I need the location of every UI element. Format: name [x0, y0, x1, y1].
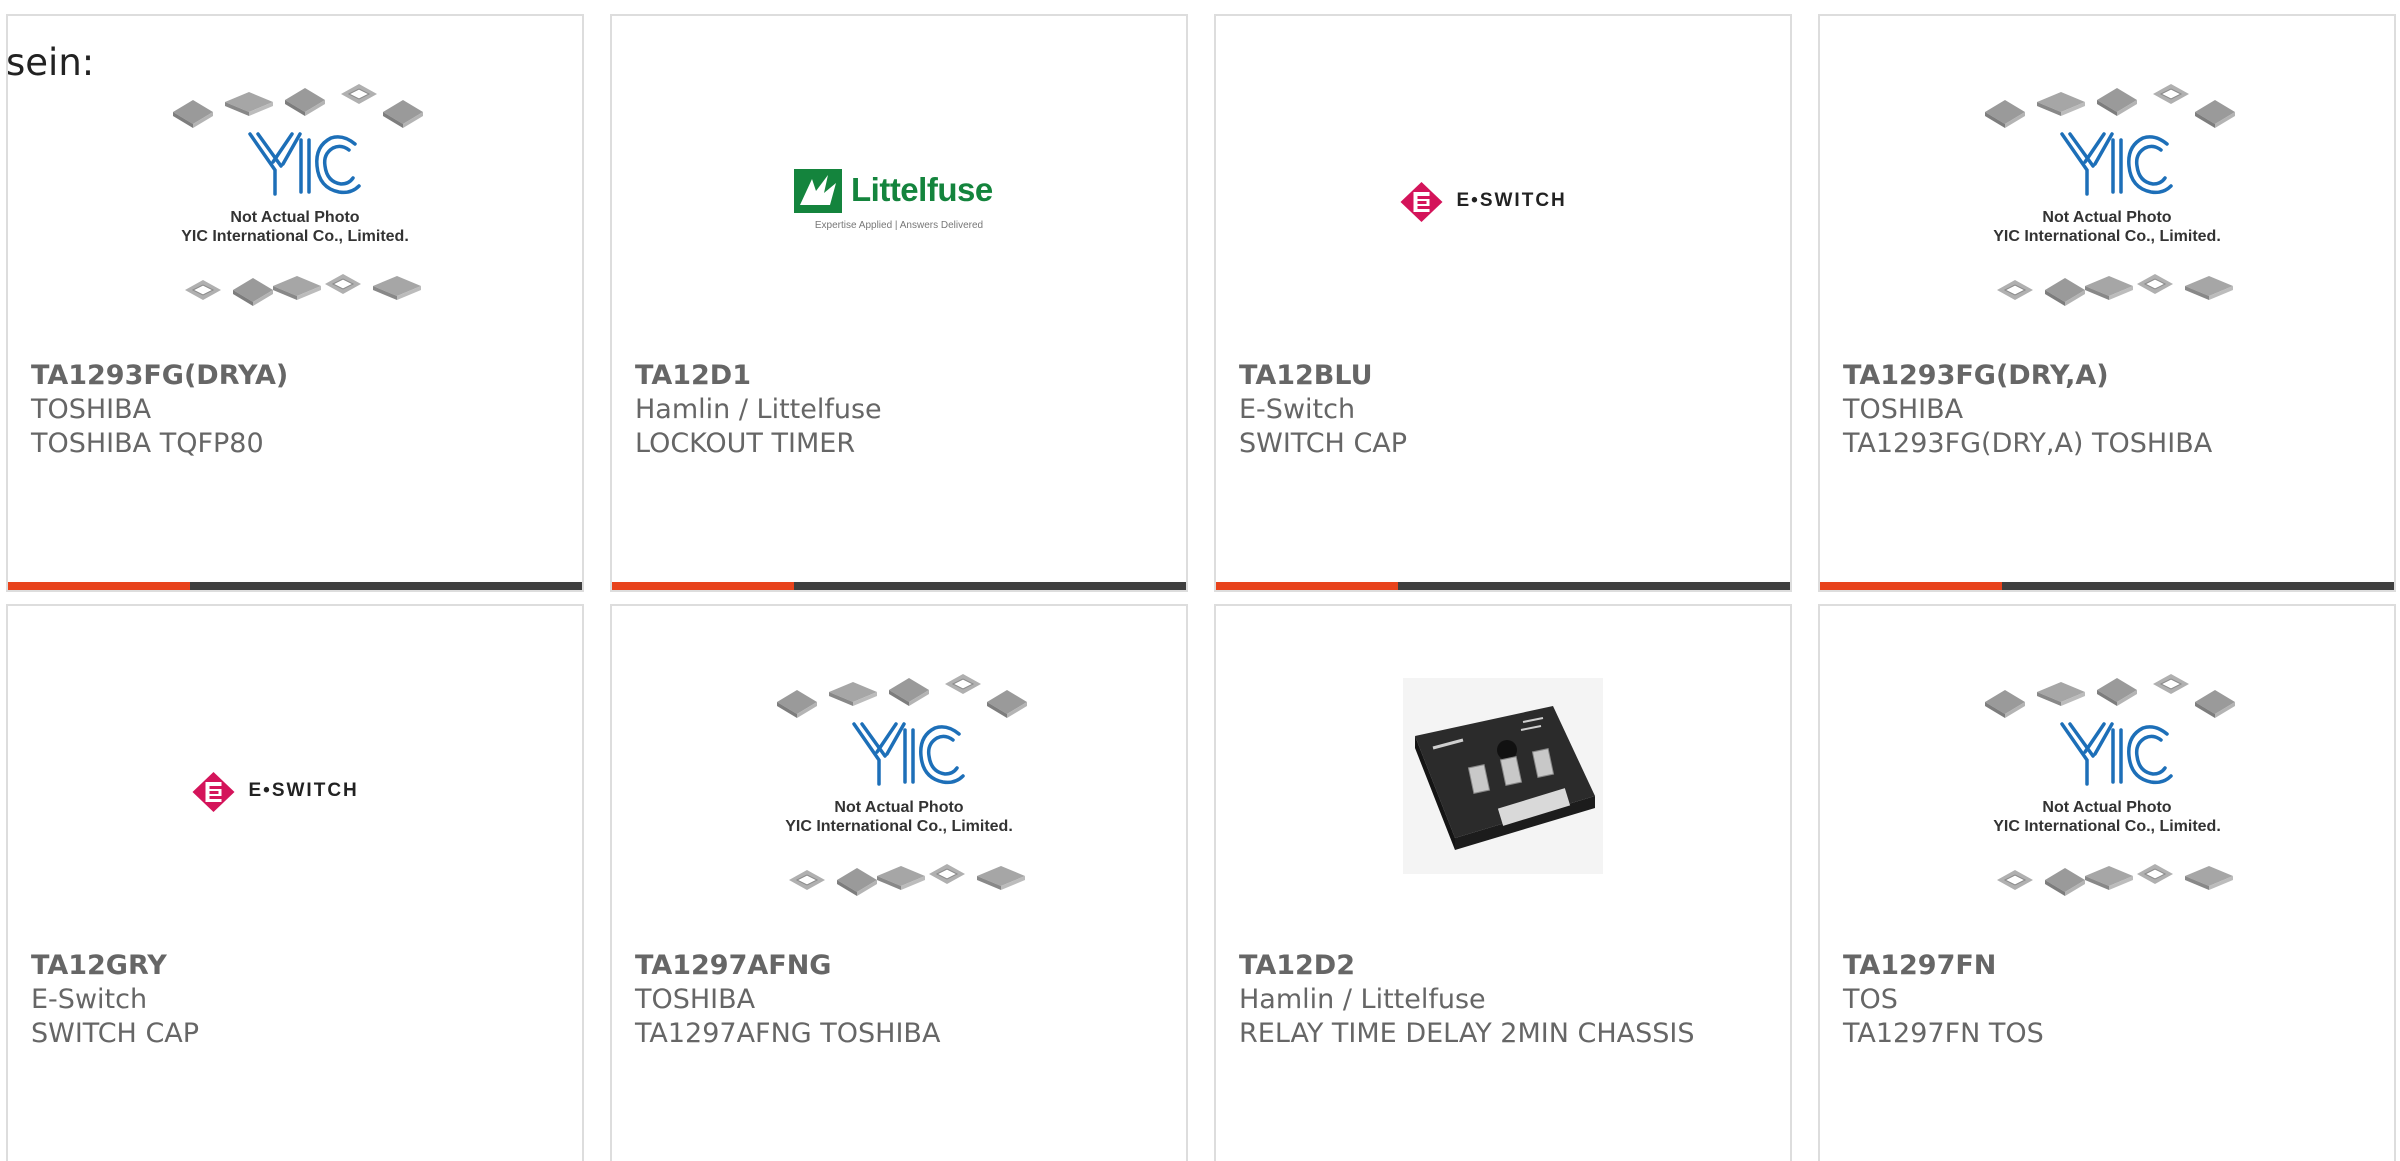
product-placeholder-image[interactable]: Not Actual Photo YIC International Co., …	[759, 668, 1039, 933]
product-image[interactable]: Not Actual Photo YIC International Co., …	[1820, 58, 2394, 328]
product-image[interactable]: Not Actual Photo YIC International Co., …	[612, 648, 1186, 918]
placeholder-note: Not Actual Photo	[2042, 799, 2172, 816]
product-manufacturer: TOS	[1843, 984, 1898, 1015]
product-info: TA12D2 Hamlin / Littelfuse RELAY TIME DE…	[1239, 949, 1770, 1051]
product-manufacturer: TOSHIBA	[1843, 394, 1964, 425]
product-card[interactable]: E•SWITCH TA12BLU E-Switch SWITCH CAP	[1214, 14, 1792, 592]
product-info: TA1293FG(DRYA) TOSHIBA TOSHIBA TQFP80	[31, 359, 562, 461]
product-image[interactable]	[1216, 678, 1790, 956]
product-description: SWITCH CAP	[1239, 428, 1408, 459]
littelfuse-mark-icon	[794, 169, 842, 213]
eswitch-wordmark: E•SWITCH	[1456, 190, 1567, 211]
product-card[interactable]: Littelfuse Expertise Applied | Answers D…	[610, 14, 1188, 592]
product-manufacturer: E-Switch	[1239, 394, 1356, 425]
eswitch-wordmark: E•SWITCH	[248, 780, 359, 801]
eswitch-logo: E•SWITCH	[1400, 182, 1606, 226]
product-part-number[interactable]: TA12GRY	[31, 949, 562, 983]
card-accent-bar	[8, 582, 190, 590]
product-info: TA12BLU E-Switch SWITCH CAP	[1239, 359, 1770, 461]
product-image[interactable]: Not Actual Photo YIC International Co., …	[1820, 648, 2394, 918]
product-part-number[interactable]: TA12BLU	[1239, 359, 1770, 393]
placeholder-company: YIC International Co., Limited.	[1993, 228, 2221, 245]
card-footer-bar	[1820, 582, 2394, 590]
product-description: SWITCH CAP	[31, 1018, 200, 1049]
product-info: TA12D1 Hamlin / Littelfuse LOCKOUT TIMER	[635, 359, 1166, 461]
placeholder-company: YIC International Co., Limited.	[1993, 818, 2221, 835]
product-part-number[interactable]: TA12D1	[635, 359, 1166, 393]
product-image[interactable]: E•SWITCH	[1216, 96, 1790, 366]
product-grid-page: sein: Not Actual Photo YIC International…	[0, 0, 2400, 1161]
product-card[interactable]: Not Actual Photo YIC International Co., …	[610, 604, 1188, 1161]
intro-text: sein:	[6, 41, 95, 84]
product-info: TA12GRY E-Switch SWITCH CAP	[31, 949, 562, 1051]
product-placeholder-image[interactable]: Not Actual Photo YIC International Co., …	[1967, 668, 2247, 933]
card-accent-bar	[1216, 582, 1398, 590]
product-card[interactable]: Not Actual Photo YIC International Co., …	[1818, 14, 2396, 592]
product-image[interactable]: Not Actual Photo YIC International Co., …	[8, 58, 582, 328]
card-footer-bar	[8, 582, 582, 590]
eswitch-mark-icon	[192, 772, 235, 812]
card-accent-bar	[612, 582, 794, 590]
product-manufacturer: Hamlin / Littelfuse	[635, 394, 882, 425]
product-part-number[interactable]: TA12D2	[1239, 949, 1770, 983]
littelfuse-tagline: Expertise Applied | Answers Delivered	[814, 220, 984, 231]
placeholder-note: Not Actual Photo	[2042, 209, 2172, 226]
product-description: TA1293FG(DRY,A) TOSHIBA	[1843, 428, 2213, 459]
product-placeholder-image[interactable]: Not Actual Photo YIC International Co., …	[155, 78, 435, 343]
product-part-number[interactable]: TA1297FN	[1843, 949, 2374, 983]
relay-product-photo	[1403, 678, 1603, 874]
placeholder-company: YIC International Co., Limited.	[785, 818, 1013, 835]
product-manufacturer: Hamlin / Littelfuse	[1239, 984, 1486, 1015]
product-description: TA1297FN TOS	[1843, 1018, 2044, 1049]
placeholder-note: Not Actual Photo	[834, 799, 964, 816]
product-manufacturer: TOSHIBA	[31, 394, 152, 425]
product-part-number[interactable]: TA1293FG(DRY,A)	[1843, 359, 2374, 393]
eswitch-logo: E•SWITCH	[192, 772, 398, 816]
product-card[interactable]: Not Actual Photo YIC International Co., …	[6, 14, 584, 592]
product-image[interactable]: Littelfuse Expertise Applied | Answers D…	[612, 96, 1186, 366]
product-card[interactable]: E•SWITCH TA12GRY E-Switch SWITCH CAP	[6, 604, 584, 1161]
product-info: TA1297FN TOS TA1297FN TOS	[1843, 949, 2374, 1051]
littelfuse-wordmark: Littelfuse	[851, 171, 993, 208]
card-footer-bar	[612, 582, 1186, 590]
card-footer-bar	[1216, 582, 1790, 590]
placeholder-note: Not Actual Photo	[230, 209, 360, 226]
placeholder-company: YIC International Co., Limited.	[181, 228, 409, 245]
product-placeholder-image[interactable]: Not Actual Photo YIC International Co., …	[1967, 78, 2247, 343]
product-info: TA1293FG(DRY,A) TOSHIBA TA1293FG(DRY,A) …	[1843, 359, 2374, 461]
product-description: LOCKOUT TIMER	[635, 428, 856, 459]
product-part-number[interactable]: TA1293FG(DRYA)	[31, 359, 562, 393]
product-info: TA1297AFNG TOSHIBA TA1297AFNG TOSHIBA	[635, 949, 1166, 1051]
product-manufacturer: E-Switch	[31, 984, 148, 1015]
product-description: TA1297AFNG TOSHIBA	[635, 1018, 941, 1049]
eswitch-mark-icon	[1400, 182, 1443, 222]
product-description: RELAY TIME DELAY 2MIN CHASSIS	[1239, 1018, 1695, 1049]
product-manufacturer: TOSHIBA	[635, 984, 756, 1015]
product-card[interactable]: TA12D2 Hamlin / Littelfuse RELAY TIME DE…	[1214, 604, 1792, 1161]
littelfuse-logo: Littelfuse Expertise Applied | Answers D…	[794, 169, 1004, 239]
product-card[interactable]: Not Actual Photo YIC International Co., …	[1818, 604, 2396, 1161]
card-accent-bar	[1820, 582, 2002, 590]
product-image[interactable]: E•SWITCH	[8, 686, 582, 956]
product-description: TOSHIBA TQFP80	[31, 428, 264, 459]
product-part-number[interactable]: TA1297AFNG	[635, 949, 1166, 983]
